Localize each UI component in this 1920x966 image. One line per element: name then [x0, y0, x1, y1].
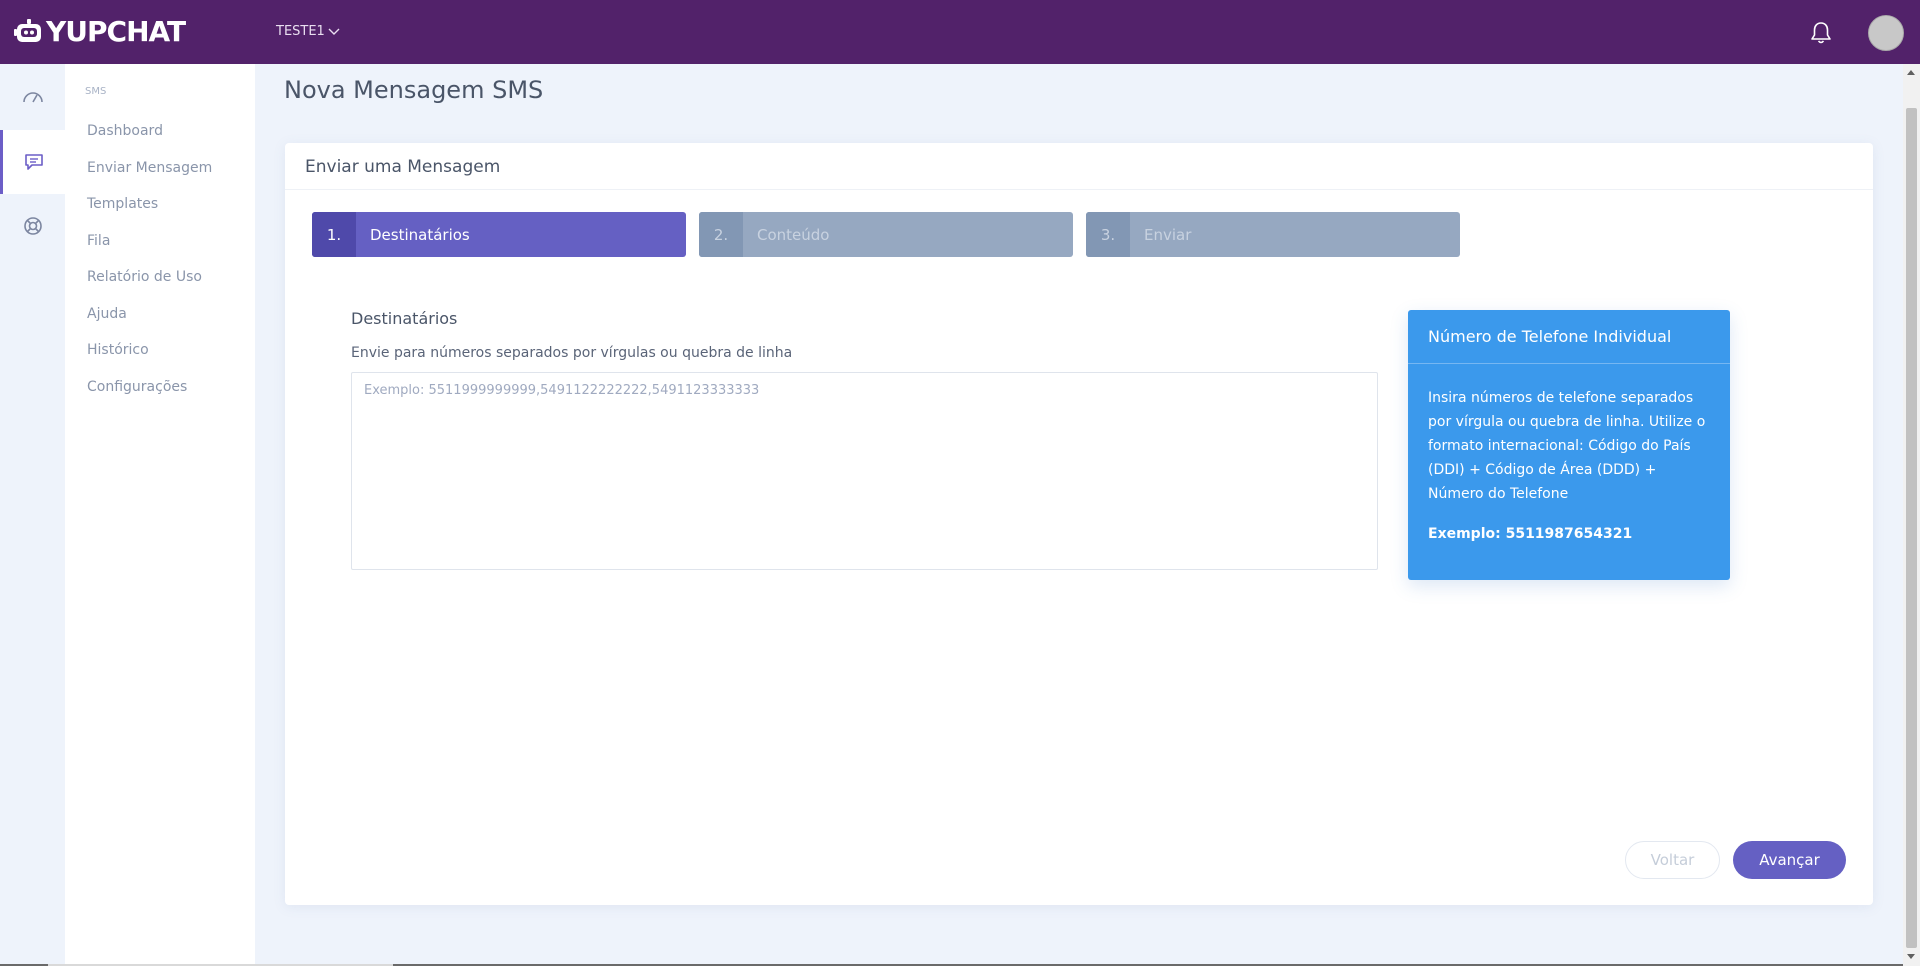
- page-title: Nova Mensagem SMS: [284, 76, 544, 104]
- user-avatar[interactable]: [1868, 15, 1904, 51]
- info-body: Insira números de telefone separados por…: [1408, 364, 1730, 546]
- recipients-title: Destinatários: [351, 309, 458, 328]
- step-enviar[interactable]: 3. Enviar: [1086, 212, 1460, 257]
- sms-sidebar: SMS Dashboard Enviar Mensagem Templates …: [65, 64, 255, 966]
- sidebar-item-historico[interactable]: Histórico: [87, 342, 149, 358]
- sidebar-item-templates[interactable]: Templates: [87, 196, 158, 212]
- step-destinatarios[interactable]: 1. Destinatários: [312, 212, 686, 257]
- page-scrollbar[interactable]: [1903, 64, 1920, 966]
- bell-icon[interactable]: [1808, 20, 1834, 46]
- back-button[interactable]: Voltar: [1625, 841, 1720, 879]
- workspace-name: TESTE1: [276, 24, 325, 39]
- icon-rail: [0, 64, 65, 966]
- workspace-selector[interactable]: TESTE1: [276, 24, 341, 39]
- logo[interactable]: YUPCHAT: [14, 14, 186, 48]
- scroll-up-arrow-icon[interactable]: [1907, 70, 1915, 75]
- info-example: Exemplo: 5511987654321: [1428, 526, 1633, 542]
- next-button[interactable]: Avançar: [1733, 841, 1846, 879]
- recipients-help: Envie para números separados por vírgula…: [351, 345, 793, 361]
- card-header: Enviar uma Mensagem: [285, 143, 1873, 190]
- sidebar-item-ajuda[interactable]: Ajuda: [87, 306, 127, 322]
- sidebar-item-enviar-mensagem[interactable]: Enviar Mensagem: [87, 160, 212, 176]
- logo-text: YUPCHAT: [46, 14, 186, 48]
- sidebar-section-title: SMS: [85, 86, 107, 97]
- step-number: 1.: [312, 212, 356, 257]
- info-box: Número de Telefone Individual Insira núm…: [1408, 310, 1730, 580]
- scroll-down-arrow-icon[interactable]: [1907, 954, 1915, 959]
- sidebar-item-relatorio-de-uso[interactable]: Relatório de Uso: [87, 269, 202, 285]
- step-conteudo[interactable]: 2. Conteúdo: [699, 212, 1073, 257]
- message-icon: [25, 154, 43, 170]
- step-number: 3.: [1086, 212, 1130, 257]
- step-label: Conteúdo: [757, 225, 830, 244]
- chevron-down-icon: [328, 28, 340, 35]
- rail-item-support[interactable]: [0, 194, 65, 258]
- step-label: Destinatários: [370, 225, 470, 244]
- send-message-card: Enviar uma Mensagem 1. Destinatários 2. …: [285, 143, 1873, 905]
- info-text: Insira números de telefone separados por…: [1428, 390, 1706, 502]
- top-bar: YUPCHAT TESTE1: [0, 0, 1920, 64]
- lifebuoy-icon: [23, 217, 42, 235]
- recipients-textarea[interactable]: [351, 372, 1378, 570]
- rail-item-dashboard[interactable]: [0, 64, 65, 128]
- sidebar-item-dashboard[interactable]: Dashboard: [87, 123, 163, 139]
- gauge-icon: [22, 92, 43, 103]
- sidebar-item-configuracoes[interactable]: Configurações: [87, 379, 187, 395]
- sidebar-item-fila[interactable]: Fila: [87, 233, 110, 249]
- step-number: 2.: [699, 212, 743, 257]
- step-label: Enviar: [1144, 225, 1192, 244]
- rail-item-sms[interactable]: [0, 130, 65, 194]
- info-title: Número de Telefone Individual: [1408, 310, 1730, 364]
- card-title: Enviar uma Mensagem: [305, 157, 501, 177]
- scroll-thumb[interactable]: [1906, 108, 1917, 948]
- robot-logo-icon: [14, 19, 41, 42]
